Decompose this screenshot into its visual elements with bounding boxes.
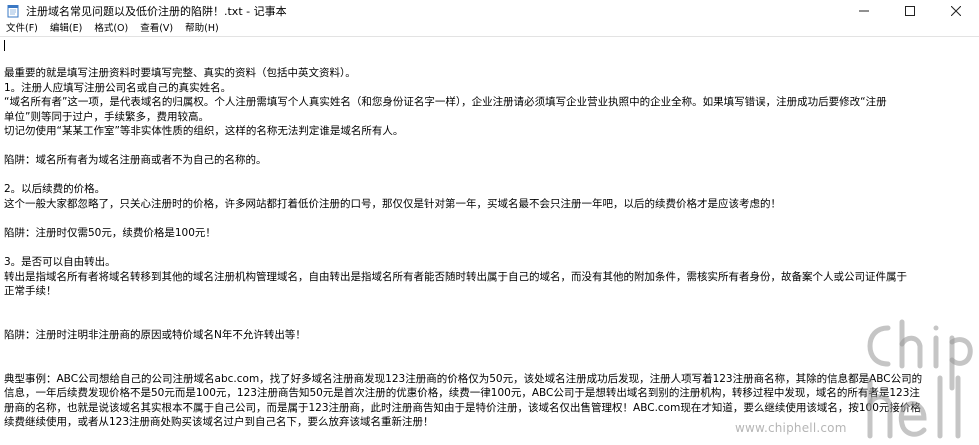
maximize-button[interactable] bbox=[887, 0, 933, 22]
text-editor[interactable]: 最重要的就是填写注册资料时要填写完整、真实的资料（包括中英文资料）。 1。注册人应… bbox=[0, 36, 979, 445]
text-line: 转出是指域名所有者将域名转移到其他的域名注册机构管理域名，自由转出是指域名所有者… bbox=[4, 270, 907, 283]
menu-view[interactable]: 查看(V) bbox=[134, 22, 179, 36]
minimize-button[interactable] bbox=[841, 0, 887, 22]
close-icon bbox=[951, 6, 961, 16]
text-line: 1。注册人应填写注册公司名或自己的真实姓名。 bbox=[4, 81, 232, 94]
minimize-icon bbox=[859, 10, 869, 12]
maximize-icon bbox=[905, 6, 915, 16]
text-line: 单位”则等同于过户，手续繁多，费用较高。 bbox=[4, 110, 209, 123]
text-line: 册商的名称，也就是说该域名其实根本不属于自己公司，而是属于123注册商，此时注册… bbox=[4, 401, 921, 414]
text-line: 切记勿使用“某某工作室”等非实体性质的组织，这样的名称无法判定谁是域名所有人。 bbox=[4, 125, 404, 138]
site-watermark: www.chiphell.com bbox=[735, 421, 847, 435]
text-line: 这个一般大家都忽略了，只关心注册时的价格，许多网站都打着低价注册的口号，那仅仅是… bbox=[4, 197, 781, 210]
notepad-icon bbox=[6, 4, 20, 18]
text-line: 陷阱：域名所有者为域名注册商或者不为自己的名称的。 bbox=[4, 154, 267, 167]
text-line: 2。以后续费的价格。 bbox=[4, 183, 106, 196]
close-button[interactable] bbox=[933, 0, 979, 22]
text-line: “域名所有者”这一项，是代表域名的归属权。个人注册需填写个人真实姓名（和您身份证… bbox=[4, 96, 887, 109]
chiphell-logo-watermark bbox=[858, 318, 976, 440]
text-line: 正常手续！ bbox=[4, 285, 57, 298]
text-line: 续费继续使用，或者从123注册商处购买该域名过户到自己名下，要么放弃该域名重新注… bbox=[4, 416, 434, 429]
text-line: 陷阱：注册时注明非注册商的原因或特价域名N年不允许转出等！ bbox=[4, 328, 306, 341]
text-line: 3。是否可以自由转出。 bbox=[4, 256, 116, 269]
window-controls bbox=[841, 0, 979, 22]
document-body[interactable]: 最重要的就是填写注册资料时要填写完整、真实的资料（包括中英文资料）。 1。注册人应… bbox=[4, 66, 979, 445]
text-caret bbox=[4, 40, 5, 51]
menu-help[interactable]: 帮助(H) bbox=[179, 22, 225, 36]
menu-bar: 文件(F) 编辑(E) 格式(O) 查看(V) 帮助(H) bbox=[0, 22, 979, 36]
text-line: 最重要的就是填写注册资料时要填写完整、真实的资料（包括中英文资料）。 bbox=[4, 67, 356, 79]
title-bar[interactable]: 注册域名常见问题以及低价注册的陷阱！.txt - 记事本 bbox=[0, 0, 979, 22]
text-line: 典型事例：ABC公司想给自己的公司注册域名abc.com，找了好多域名注册商发现… bbox=[4, 372, 923, 385]
menu-file[interactable]: 文件(F) bbox=[0, 22, 44, 36]
text-line: 信息，一年后续费发现价格不是50元而是100元，123注册商告知50元是首次注册… bbox=[4, 387, 920, 400]
menu-edit[interactable]: 编辑(E) bbox=[44, 22, 88, 36]
menu-format[interactable]: 格式(O) bbox=[88, 22, 134, 36]
text-line: 陷阱：注册时仅需50元，续费价格是100元！ bbox=[4, 227, 216, 240]
window-title: 注册域名常见问题以及低价注册的陷阱！.txt - 记事本 bbox=[26, 5, 287, 18]
